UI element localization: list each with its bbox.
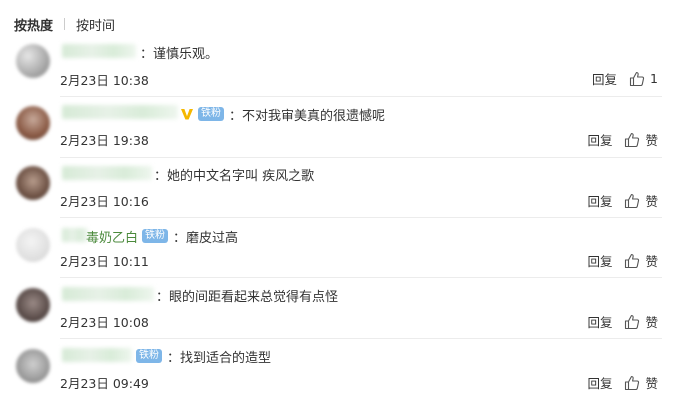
comment-text: 她的中文名字叫 疾风之歌 [167, 168, 315, 184]
like-button[interactable]: 赞 [624, 312, 658, 331]
comment-timestamp: 2月23日 10:38 [60, 73, 149, 88]
verified-v-icon [181, 109, 193, 120]
comment-item: ： 眼的间距看起来总觉得有点怪 2月23日 10:08 回复 赞 [0, 282, 676, 342]
comment-timestamp: 2月23日 09:49 [60, 376, 149, 391]
sort-by-hot-tab[interactable]: 按热度 [14, 15, 53, 34]
comment-text: 眼的间距看起来总觉得有点怪 [169, 289, 339, 305]
username-blurred[interactable] [62, 228, 88, 242]
avatar[interactable] [16, 349, 50, 383]
like-count: 1 [650, 71, 658, 86]
username-blurred[interactable] [62, 287, 154, 301]
comment-separator: ： [154, 168, 168, 184]
comment-separator: ： [167, 350, 181, 366]
comment-divider [60, 157, 662, 158]
comment-divider [60, 217, 662, 218]
like-button[interactable]: 赞 [624, 130, 658, 149]
like-label: 赞 [645, 194, 658, 209]
comment-separator: ： [173, 230, 187, 246]
thumbs-up-icon [629, 71, 645, 86]
comment-separator: ： [156, 289, 170, 305]
reply-button[interactable]: 回复 [587, 312, 612, 331]
reply-button[interactable]: 回复 [587, 130, 612, 149]
thumbs-up-icon [625, 375, 640, 390]
username-blurred[interactable] [62, 105, 178, 119]
like-label: 赞 [645, 315, 658, 330]
fan-badge: 铁粉 [198, 107, 224, 121]
comment-timestamp: 2月23日 10:11 [60, 254, 149, 269]
username-blurred[interactable] [62, 166, 152, 180]
sort-by-time-tab[interactable]: 按时间 [76, 15, 115, 34]
avatar[interactable] [16, 166, 50, 200]
avatar[interactable] [16, 288, 50, 322]
thumbs-up-icon [625, 253, 640, 268]
like-label: 赞 [645, 376, 658, 391]
avatar[interactable] [16, 106, 50, 140]
comment-divider [60, 277, 662, 278]
avatar[interactable] [16, 228, 50, 262]
username-blurred[interactable] [62, 44, 136, 58]
fan-badge: 铁粉 [142, 229, 169, 243]
comment-item: ： 谨慎乐观。 2月23日 10:38 回复 1 [0, 40, 676, 100]
comment-text: 不对我审美真的很遗憾呢 [242, 108, 386, 124]
comment-separator: ： [140, 46, 154, 62]
comment-timestamp: 2月23日 10:16 [60, 194, 149, 209]
comment-item: 铁粉 ： 找到适合的造型 2月23日 09:49 回复 赞 [0, 343, 676, 401]
fan-badge: 铁粉 [136, 349, 162, 363]
comment-divider [60, 96, 662, 97]
username-blurred[interactable] [62, 348, 132, 362]
comment-divider [60, 338, 662, 339]
comment-separator: ： [229, 108, 243, 124]
comment-item: 毒奶乙白 铁粉 ： 磨皮过高 2月23日 10:11 回复 赞 [0, 222, 676, 282]
comment-item: ： 她的中文名字叫 疾风之歌 2月23日 10:16 回复 赞 [0, 162, 676, 222]
reply-button[interactable]: 回复 [592, 69, 617, 88]
sort-bar: 按热度 按时间 [14, 14, 115, 34]
sort-divider [64, 18, 66, 30]
comment-text: 谨慎乐观。 [153, 46, 219, 62]
comment-timestamp: 2月23日 19:38 [60, 133, 149, 148]
thumbs-up-icon [625, 314, 640, 329]
like-label: 赞 [645, 133, 658, 148]
username[interactable]: 毒奶乙白 [86, 227, 138, 246]
avatar[interactable] [16, 44, 50, 78]
comment-text: 磨皮过高 [186, 230, 239, 246]
like-button[interactable]: 赞 [624, 373, 658, 392]
like-button[interactable]: 1 [629, 71, 658, 87]
like-label: 赞 [645, 254, 658, 269]
thumbs-up-icon [625, 193, 640, 208]
like-button[interactable]: 赞 [624, 191, 658, 210]
thumbs-up-icon [625, 132, 640, 147]
reply-button[interactable]: 回复 [587, 373, 612, 392]
comment-item: 铁粉 ： 不对我审美真的很遗憾呢 2月23日 19:38 回复 赞 [0, 100, 676, 160]
comment-timestamp: 2月23日 10:08 [60, 315, 149, 330]
comment-text: 找到适合的造型 [180, 350, 272, 366]
like-button[interactable]: 赞 [624, 251, 658, 270]
reply-button[interactable]: 回复 [587, 191, 612, 210]
reply-button[interactable]: 回复 [587, 251, 612, 270]
